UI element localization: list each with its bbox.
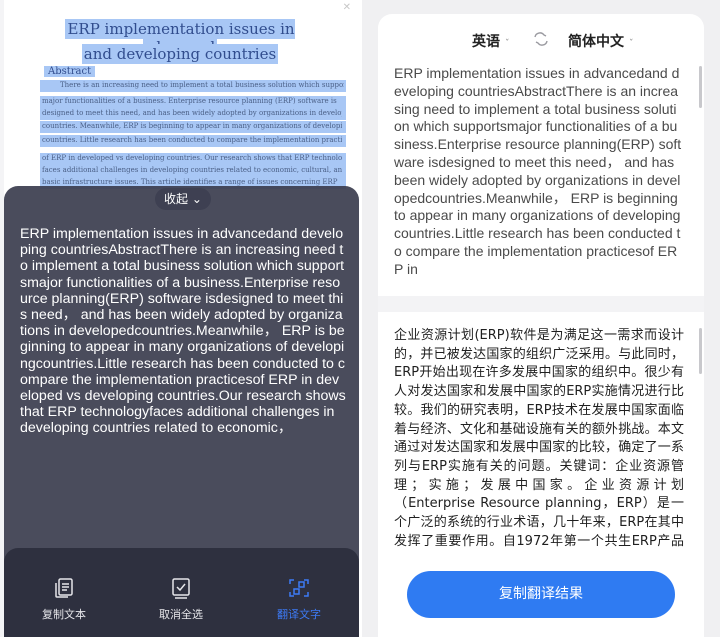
doc-line: There is an increasing need to implement… <box>60 81 344 89</box>
ocr-text[interactable]: ERP implementation issues in advancedand… <box>20 226 346 437</box>
chevron-down-icon: ˇ <box>505 39 510 49</box>
translation-scrollbar[interactable] <box>699 328 702 374</box>
swap-languages-icon[interactable] <box>532 30 550 48</box>
collapse-button[interactable]: 收起 ⌄ <box>155 188 211 210</box>
doc-line: major functionalities of a business. Ent… <box>42 97 337 105</box>
section-separator <box>378 296 704 312</box>
chevron-down-icon: ˇ <box>629 39 634 49</box>
doc-line: basic infrastructure issues. This articl… <box>42 178 338 186</box>
tool-label: 翻译文字 <box>277 608 321 621</box>
translation-panel: 英语 ˇ 简体中文 ˇ ERP implementation issues in a… <box>362 0 720 637</box>
translate-text-button[interactable]: 翻译文字 <box>259 576 339 622</box>
doc-line: designed to meet this need, and has been… <box>42 109 342 117</box>
translated-text[interactable]: 企业资源计划(ERP)软件是为满足这一需求而设计的，并已被发达国家的组织广泛采用… <box>394 327 684 550</box>
doc-line: of ERP in developed vs developing countr… <box>42 154 342 162</box>
deselect-all-button[interactable]: 取消全选 <box>141 576 221 622</box>
copy-text-icon <box>55 578 73 598</box>
chevron-down-icon: ⌄ <box>191 192 202 206</box>
close-icon[interactable]: ✕ <box>343 2 351 13</box>
copy-translation-button[interactable]: 复制翻译结果 <box>407 571 675 618</box>
tool-label: 复制文本 <box>42 608 86 621</box>
abstract-label[interactable]: Abstract <box>44 66 96 77</box>
checkbox-icon <box>172 578 190 599</box>
tool-label: 取消全选 <box>159 608 203 621</box>
doc-line: countries. Meanwhile, ERP is beginning t… <box>42 122 342 130</box>
copy-text-button[interactable]: 复制文本 <box>24 576 104 622</box>
doc-line: faces additional challenges in developin… <box>42 166 342 174</box>
doc-title-line2[interactable]: and developing countries <box>30 44 330 64</box>
target-language-select[interactable]: 简体中文 ˇ <box>568 31 634 51</box>
source-scrollbar[interactable] <box>699 66 702 108</box>
language-selector-bar: 英语 ˇ 简体中文 ˇ <box>378 28 704 52</box>
source-text[interactable]: ERP implementation issues in advancedand… <box>394 65 684 285</box>
doc-line: countries. Little research has been cond… <box>42 136 342 144</box>
ocr-panel: ✕ ERP implementation issues in advanced … <box>0 0 359 637</box>
source-language-select[interactable]: 英语 ˇ <box>472 31 510 51</box>
translate-scan-icon <box>289 579 309 597</box>
